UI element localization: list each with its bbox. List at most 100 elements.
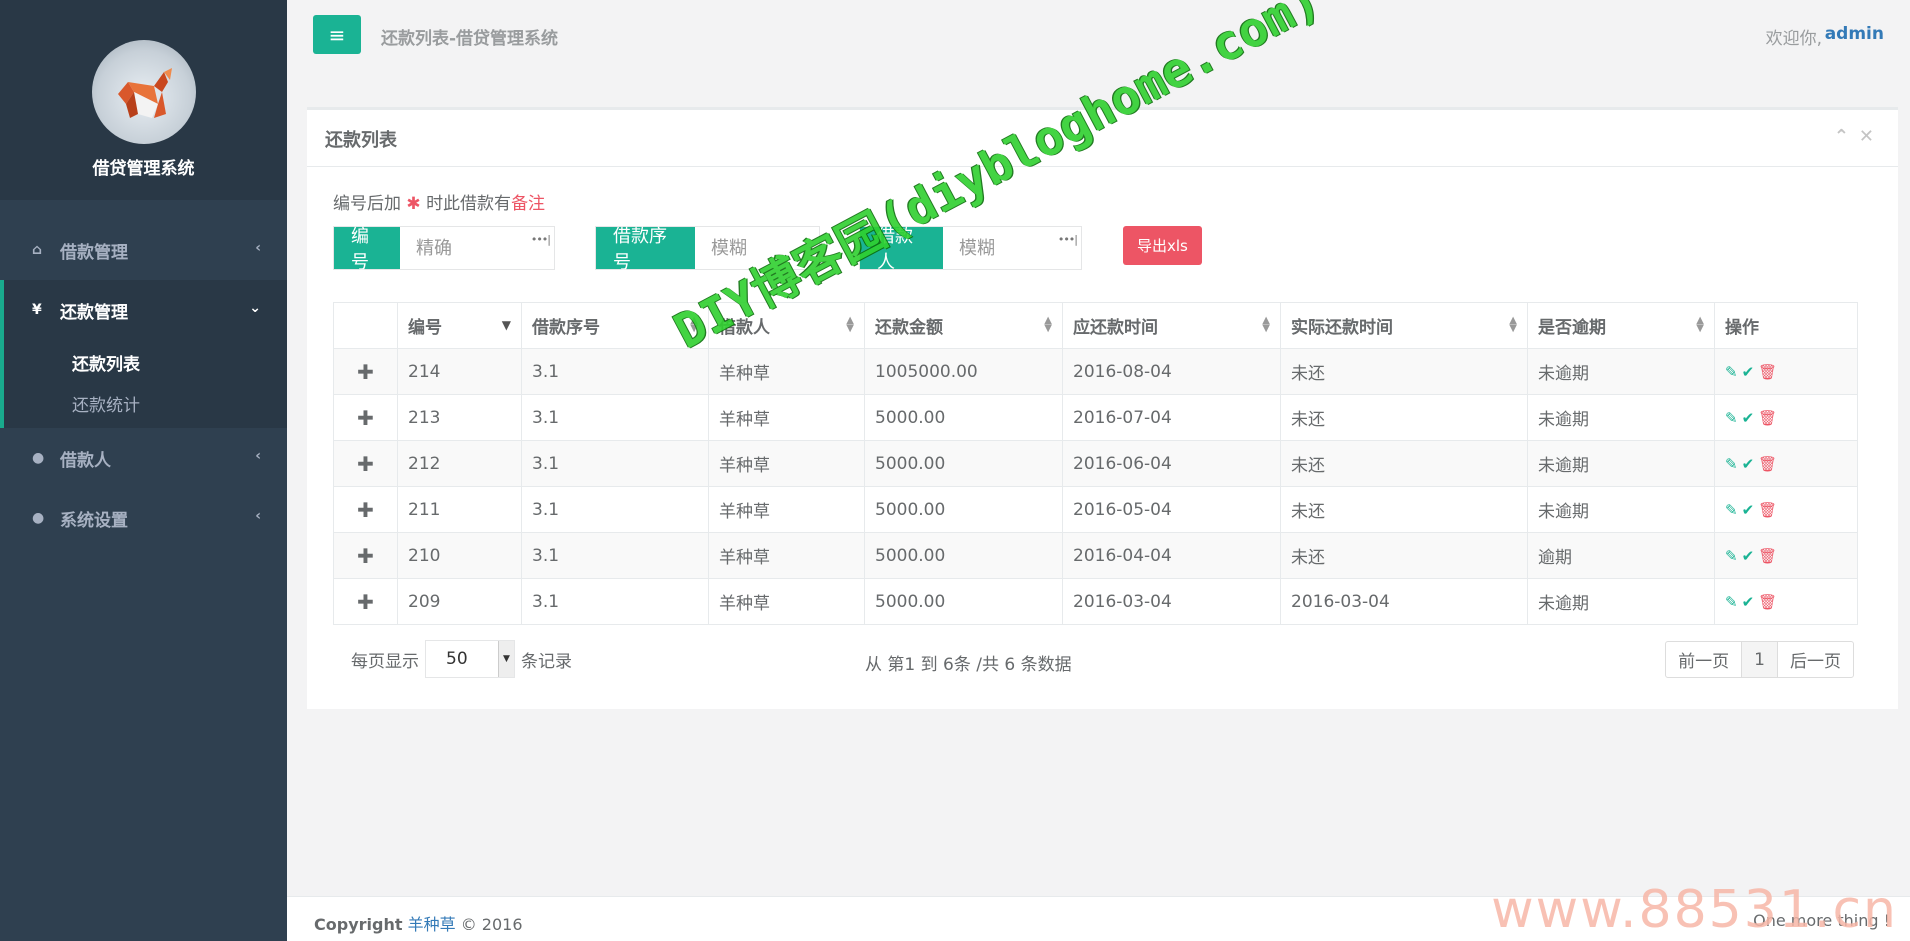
page-number-button[interactable]: 1 [1741,642,1777,677]
chevron-left-icon: ‹ [255,448,261,464]
cell-loan-no-link[interactable]: 3.1 [521,394,709,441]
cell-actual-date: 未还 [1280,532,1528,579]
col-header-id[interactable]: 编号 ▼ [397,302,522,349]
cell-actual-date: 2016-03-04 [1280,578,1528,625]
header-label: 操作 [1725,318,1759,338]
col-header-loan-no[interactable]: 借款序号 ▲ ▼ [521,302,709,349]
trash-icon[interactable]: 🗑 [1758,409,1777,427]
chevron-left-icon: ‹ [255,508,261,524]
welcome-text: 欢迎你, [1765,29,1822,49]
col-header-actual-date[interactable]: 实际还款时间 ▲ ▼ [1280,302,1528,349]
repayment-panel: 还款列表 ⌃✕ 编号后加 ✱ 时此借款有备注 编号 •••| 借款序号 借款人 … [307,107,1898,709]
username-link[interactable]: admin [1825,24,1884,44]
subnav-repayment-stats[interactable]: 还款统计 [4,384,287,428]
expand-row-icon[interactable]: ✚ [333,578,398,625]
expand-row-icon[interactable]: ✚ [333,348,398,395]
user-icon: ● [32,450,45,466]
loan-no-filter-input[interactable] [695,227,819,269]
nav-label: 系统设置 [60,510,128,531]
trash-icon[interactable]: 🗑 [1758,593,1777,611]
app-name: 借贷管理系统 [92,159,195,179]
edit-icon[interactable]: ✎ [1725,455,1738,473]
col-header-actions: 操作 [1714,302,1858,349]
table-row: ✚ 211 3.1 羊种草 5000.00 2016-05-04 未还 未逾期 … [333,486,1858,533]
nav-item-repayment-management[interactable]: ¥ 还款管理 ⌄ [4,280,287,340]
cell-amount: 5000.00 [864,394,1063,441]
sort-icon: ▲ ▼ [1044,315,1052,334]
prev-page-button[interactable]: 前一页 [1666,642,1741,677]
edit-icon[interactable]: ✎ [1725,593,1738,611]
trash-icon[interactable]: 🗑 [1758,455,1777,473]
edit-icon[interactable]: ✎ [1725,547,1738,565]
edit-icon[interactable]: ✎ [1725,409,1738,427]
cell-amount: 1005000.00 [864,348,1063,395]
cell-borrower-link[interactable]: 羊种草 [708,394,865,441]
check-icon[interactable]: ✔ [1742,593,1755,611]
check-icon[interactable]: ✔ [1742,547,1755,565]
sort-icon: ▲ ▼ [1262,315,1270,334]
nav-item-borrower[interactable]: ● 借款人 ‹ [0,428,287,488]
check-icon[interactable]: ✔ [1742,455,1755,473]
col-header-due-date[interactable]: 应还款时间 ▲ ▼ [1062,302,1281,349]
cell-id: 210 [397,532,522,579]
cell-amount: 5000.00 [864,440,1063,487]
cell-borrower-link[interactable]: 羊种草 [708,440,865,487]
copyright-year: © 2016 [460,915,523,934]
cell-borrower-link[interactable]: 羊种草 [708,348,865,395]
edit-icon[interactable]: ✎ [1725,501,1738,519]
trash-icon[interactable]: 🗑 [1758,547,1777,565]
check-icon[interactable]: ✔ [1742,501,1755,519]
table-row: ✚ 214 3.1 羊种草 1005000.00 2016-08-04 未还 未… [333,348,1858,395]
cell-overdue: 未逾期 [1527,486,1715,533]
cell-due-date: 2016-04-04 [1062,532,1281,579]
trash-icon[interactable]: 🗑 [1758,363,1777,381]
repayment-table: 编号 ▼ 借款序号 ▲ ▼ 借款人 ▲ ▼ 还款金额 ▲ ▼ 应还款时间 ▲ ▼ 实际还款时间 ▲ ▼… [333,302,1858,625]
col-header-overdue[interactable]: 是否逾期 ▲ ▼ [1527,302,1715,349]
export-xls-button[interactable]: 导出xls [1123,226,1202,265]
password-dots-icon: •••| [530,233,551,246]
cell-borrower-link[interactable]: 羊种草 [708,578,865,625]
page-size-select[interactable]: 50 ▼ [425,640,515,678]
cell-actions: ✎ ✔ 🗑 [1714,394,1858,441]
cell-borrower-link[interactable]: 羊种草 [708,486,865,533]
nav-menu: ⌂ 借款管理 ‹ ¥ 还款管理 ⌄ 还款列表 还款统计 ● 借款人 ‹ ● 系统… [0,220,287,548]
expand-row-icon[interactable]: ✚ [333,532,398,579]
col-header-borrower[interactable]: 借款人 ▲ ▼ [708,302,865,349]
col-header-amount[interactable]: 还款金额 ▲ ▼ [864,302,1063,349]
cell-actions: ✎ ✔ 🗑 [1714,486,1858,533]
header-label: 实际还款时间 [1291,318,1393,338]
cell-loan-no-link[interactable]: 3.1 [521,486,709,533]
expand-row-icon[interactable]: ✚ [333,440,398,487]
origami-fox-icon [117,68,172,118]
check-icon[interactable]: ✔ [1742,409,1755,427]
author-link[interactable]: 羊种草 [408,915,456,934]
avatar[interactable] [91,40,196,144]
cell-loan-no-link[interactable]: 3.1 [521,440,709,487]
close-icon[interactable]: ✕ [1859,126,1884,147]
check-icon[interactable]: ✔ [1742,363,1755,381]
cell-borrower-link[interactable]: 羊种草 [708,532,865,579]
cell-loan-no-link[interactable]: 3.1 [521,348,709,395]
pagination: 前一页 1 后一页 [1665,641,1854,678]
subnav-repayment-list[interactable]: 还款列表 [4,340,287,384]
nav-item-settings[interactable]: ● 系统设置 ‹ [0,488,287,548]
header-label: 编号 [408,318,442,338]
menu-toggle-button[interactable]: ≡ [313,15,361,54]
edit-icon[interactable]: ✎ [1725,363,1738,381]
expand-row-icon[interactable]: ✚ [333,394,398,441]
nav-item-loan-management[interactable]: ⌂ 借款管理 ‹ [0,220,287,280]
chevron-left-icon: ‹ [255,240,261,256]
next-page-button[interactable]: 后一页 [1777,642,1853,677]
cell-loan-no-link[interactable]: 3.1 [521,578,709,625]
page-size-control: 每页显示 50 ▼ 条记录 [351,640,572,678]
header-label: 应还款时间 [1073,318,1158,338]
trash-icon[interactable]: 🗑 [1758,501,1777,519]
copyright-label: Copyright [314,915,403,934]
cell-overdue: 未逾期 [1527,578,1715,625]
collapse-icon[interactable]: ⌃ [1834,126,1859,147]
breadcrumb: 还款列表-借贷管理系统 [381,29,559,49]
expand-row-icon[interactable]: ✚ [333,486,398,533]
cell-actual-date: 未还 [1280,348,1528,395]
cell-id: 214 [397,348,522,395]
cell-loan-no-link[interactable]: 3.1 [521,532,709,579]
